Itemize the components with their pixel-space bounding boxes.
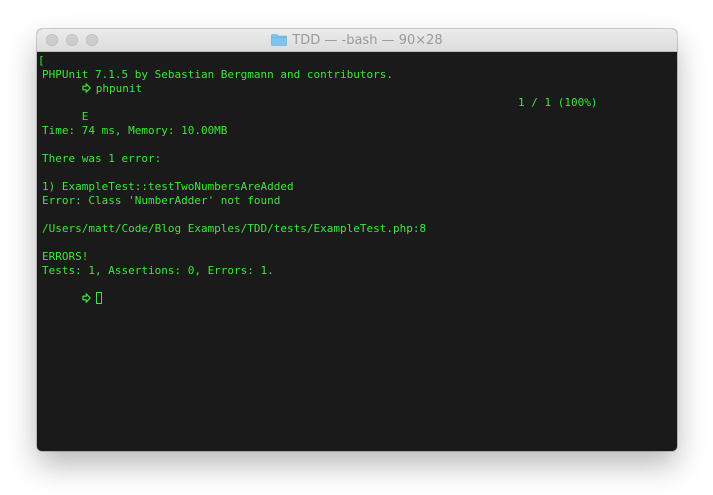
prompt-line[interactable]: [42, 278, 677, 304]
time-line: Time: 74 ms, Memory: 10.00MB: [42, 124, 228, 137]
version-line: PHPUnit 7.1.5 by Sebastian Bergmann and …: [42, 68, 393, 81]
window-title-group: TDD — -bash — 90×28: [37, 29, 677, 51]
error-message-line: Error: Class 'NumberAdder' not found: [42, 194, 281, 207]
folder-icon: [271, 34, 288, 46]
error-location-line: /Users/matt/Code/Blog Examples/TDD/tests…: [42, 222, 427, 235]
selection-bracket-right: ]: [676, 54, 677, 68]
terminal-output[interactable]: [ phpunit ] PHPUnit 7.1.5 by Sebastian B…: [37, 52, 677, 451]
arrow-right-icon: [82, 293, 91, 303]
terminal-window: TDD — -bash — 90×28 [ phpunit ] PHPUnit …: [37, 29, 677, 451]
error-test-line: 1) ExampleTest::testTwoNumbersAreAdded: [42, 180, 294, 193]
summary-line: Tests: 1, Assertions: 0, Errors: 1.: [42, 264, 274, 277]
command-line: [ phpunit ]: [38, 54, 677, 95]
window-title: TDD — -bash — 90×28: [292, 32, 443, 48]
progress-line: E 1 / 1 (100%): [42, 96, 677, 123]
title-bar[interactable]: TDD — -bash — 90×28: [37, 29, 677, 52]
test-progress: 1 / 1 (100%): [518, 96, 598, 109]
error-header-line: There was 1 error:: [42, 152, 162, 165]
selection-bracket-left: [: [38, 54, 45, 67]
errors-flag-line: ERRORS!: [42, 250, 89, 263]
text-cursor: [95, 292, 102, 304]
